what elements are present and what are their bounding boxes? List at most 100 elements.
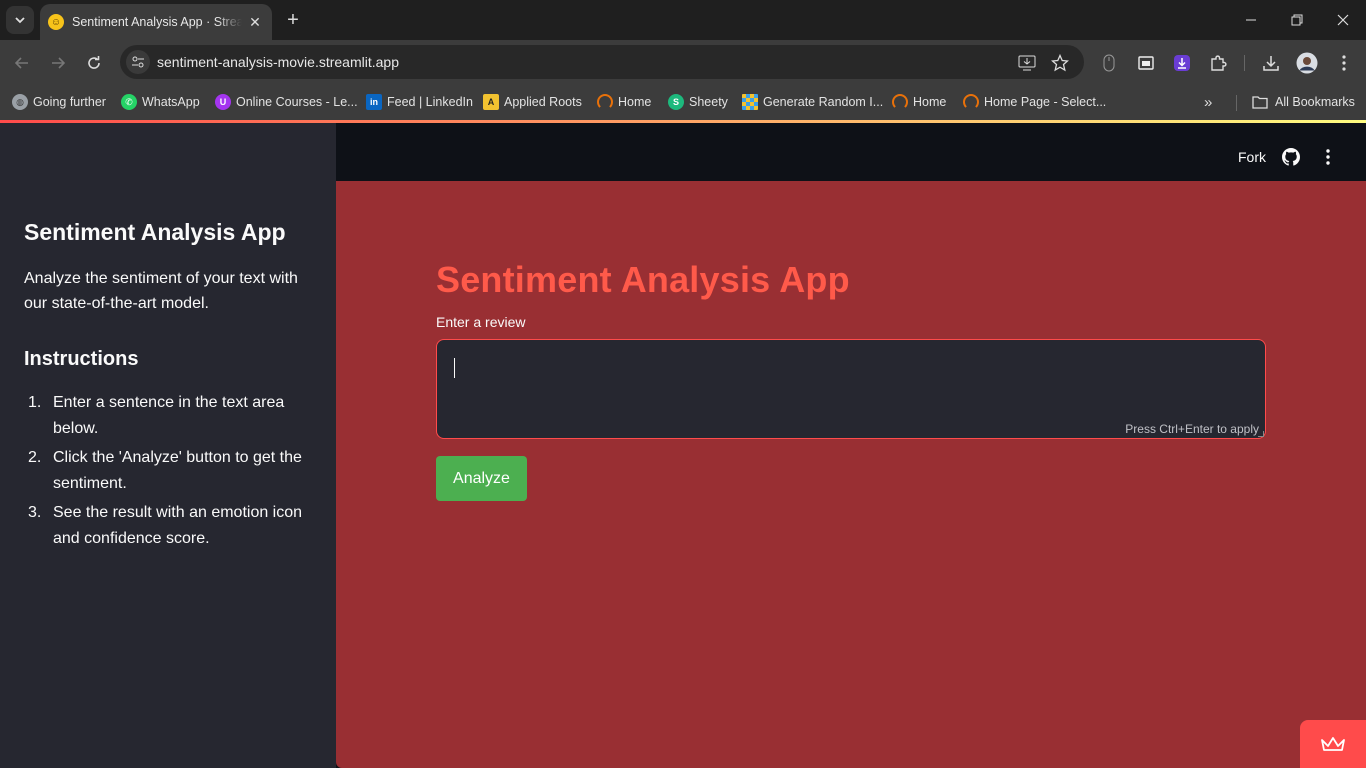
forward-arrow-icon xyxy=(52,57,66,69)
all-bookmarks-folder[interactable]: All Bookmarks xyxy=(1252,92,1355,112)
resize-handle[interactable] xyxy=(1258,431,1264,437)
appliedroots-icon: A xyxy=(483,94,499,110)
grid-icon xyxy=(742,94,758,110)
loader-icon xyxy=(892,94,908,110)
bookmark-linkedin[interactable]: in Feed | LinkedIn xyxy=(366,92,473,112)
bookmark-label: Going further xyxy=(33,95,106,109)
bookmarks-divider xyxy=(1236,95,1237,111)
all-bookmarks-label: All Bookmarks xyxy=(1275,95,1355,109)
star-icon xyxy=(1051,54,1069,72)
bookmark-label: Applied Roots xyxy=(504,95,582,109)
bookmarks-overflow-button[interactable]: » xyxy=(1204,92,1212,112)
page-title: Sentiment Analysis App xyxy=(436,259,850,300)
bookmark-label: Sheety xyxy=(689,95,728,109)
sidebar: Sentiment Analysis App Analyze the senti… xyxy=(0,123,336,768)
browser-menu-button[interactable] xyxy=(1333,52,1355,74)
whatsapp-icon: ✆ xyxy=(121,94,137,110)
downloads-button[interactable] xyxy=(1260,52,1282,74)
double-chevron-right-icon: » xyxy=(1204,93,1213,111)
tab-close-icon[interactable]: ✕ xyxy=(246,13,264,31)
text-caret xyxy=(454,358,455,378)
instructions-list: 1. Enter a sentence in the text area bel… xyxy=(24,390,314,555)
app-header: Fork xyxy=(336,123,1366,181)
back-button[interactable] xyxy=(9,50,35,76)
address-bar[interactable]: sentiment-analysis-movie.streamlit.app xyxy=(120,45,1084,79)
bookmark-label: Online Courses - Le... xyxy=(236,95,358,109)
extension-window-button[interactable] xyxy=(1135,52,1157,74)
bookmark-label: Feed | LinkedIn xyxy=(387,95,473,109)
analyze-button[interactable]: Analyze xyxy=(436,456,527,501)
extension-mouse-button[interactable] xyxy=(1098,52,1120,74)
folder-icon xyxy=(1252,96,1268,109)
install-app-button[interactable] xyxy=(1017,53,1037,73)
mouse-icon xyxy=(1103,54,1115,72)
window-icon xyxy=(1138,56,1154,70)
udemy-icon: U xyxy=(215,94,231,110)
browser-tabstrip: ☺ Sentiment Analysis App · Streamlit ✕ + xyxy=(0,0,1366,40)
review-textarea-container: Press Ctrl+Enter to apply xyxy=(436,339,1266,439)
close-icon xyxy=(1337,14,1349,26)
extension-download-button[interactable] xyxy=(1171,52,1193,74)
bookmark-applied-roots[interactable]: A Applied Roots xyxy=(483,92,582,112)
instruction-item: 1. Enter a sentence in the text area bel… xyxy=(24,390,314,441)
instruction-text: Click the 'Analyze' button to get the se… xyxy=(53,449,302,492)
bookmark-label: Generate Random I... xyxy=(763,95,884,109)
loader-icon xyxy=(597,94,613,110)
minimize-button[interactable] xyxy=(1239,8,1263,32)
main-content: Sentiment Analysis App Enter a review Pr… xyxy=(336,181,1366,768)
toolbar-divider xyxy=(1244,55,1245,71)
app-menu-button[interactable] xyxy=(1320,147,1336,167)
tab-title: Sentiment Analysis App · Streamlit xyxy=(72,15,242,29)
bookmark-going-further[interactable]: ◍ Going further xyxy=(12,92,106,112)
input-hint: Press Ctrl+Enter to apply xyxy=(1125,422,1259,436)
restore-button[interactable] xyxy=(1285,8,1309,32)
bookmark-star-button[interactable] xyxy=(1050,53,1070,73)
browser-tab-active[interactable]: ☺ Sentiment Analysis App · Streamlit ✕ xyxy=(40,4,272,40)
instructions-heading: Instructions xyxy=(24,348,139,370)
fork-button[interactable]: Fork xyxy=(1238,149,1266,165)
instruction-number: 2. xyxy=(28,449,42,466)
profile-avatar[interactable] xyxy=(1296,52,1318,74)
extensions-button[interactable] xyxy=(1207,52,1229,74)
url-text: sentiment-analysis-movie.streamlit.app xyxy=(157,54,399,70)
bookmark-home-1[interactable]: Home xyxy=(597,92,651,112)
instruction-text: See the result with an emotion icon and … xyxy=(53,504,303,547)
tune-icon xyxy=(132,56,144,68)
download-icon xyxy=(1263,56,1279,71)
bookmark-home-page-select[interactable]: Home Page - Select... xyxy=(963,92,1106,112)
bookmarks-bar: ◍ Going further ✆ WhatsApp U Online Cour… xyxy=(0,85,1366,120)
globe-icon: ◍ xyxy=(12,94,28,110)
new-tab-button[interactable]: + xyxy=(282,9,304,31)
loader-icon xyxy=(963,94,979,110)
streamlit-badge[interactable] xyxy=(1300,720,1366,768)
install-icon xyxy=(1018,55,1036,71)
review-input-label: Enter a review xyxy=(436,314,526,330)
smiley-favicon-icon: ☺ xyxy=(48,14,64,30)
bookmark-home-2[interactable]: Home xyxy=(892,92,946,112)
bookmark-online-courses[interactable]: U Online Courses - Le... xyxy=(215,92,358,112)
kebab-menu-icon xyxy=(1342,55,1346,71)
tab-search-button[interactable] xyxy=(6,6,34,34)
bookmark-sheety[interactable]: S Sheety xyxy=(668,92,728,112)
site-info-button[interactable] xyxy=(126,50,150,74)
bookmark-generate-random[interactable]: Generate Random I... xyxy=(742,92,883,112)
sheety-icon: S xyxy=(668,94,684,110)
forward-button[interactable] xyxy=(45,50,71,76)
browser-toolbar: sentiment-analysis-movie.streamlit.app xyxy=(0,40,1366,85)
linkedin-icon: in xyxy=(366,94,382,110)
kebab-menu-icon xyxy=(1326,149,1330,165)
back-arrow-icon xyxy=(14,57,28,69)
github-icon[interactable] xyxy=(1282,148,1300,166)
puzzle-icon xyxy=(1211,55,1227,71)
instruction-item: 2. Click the 'Analyze' button to get the… xyxy=(24,445,314,496)
bookmark-whatsapp[interactable]: ✆ WhatsApp xyxy=(121,92,200,112)
close-window-button[interactable] xyxy=(1331,8,1355,32)
instruction-item: 3. See the result with an emotion icon a… xyxy=(24,500,314,551)
bookmark-label: WhatsApp xyxy=(142,95,200,109)
download-extension-icon xyxy=(1174,55,1190,71)
reload-button[interactable] xyxy=(81,50,107,76)
sidebar-title: Sentiment Analysis App xyxy=(24,219,286,245)
avatar-icon xyxy=(1296,52,1318,74)
bookmark-label: Home Page - Select... xyxy=(984,95,1107,109)
minimize-icon xyxy=(1246,19,1256,21)
